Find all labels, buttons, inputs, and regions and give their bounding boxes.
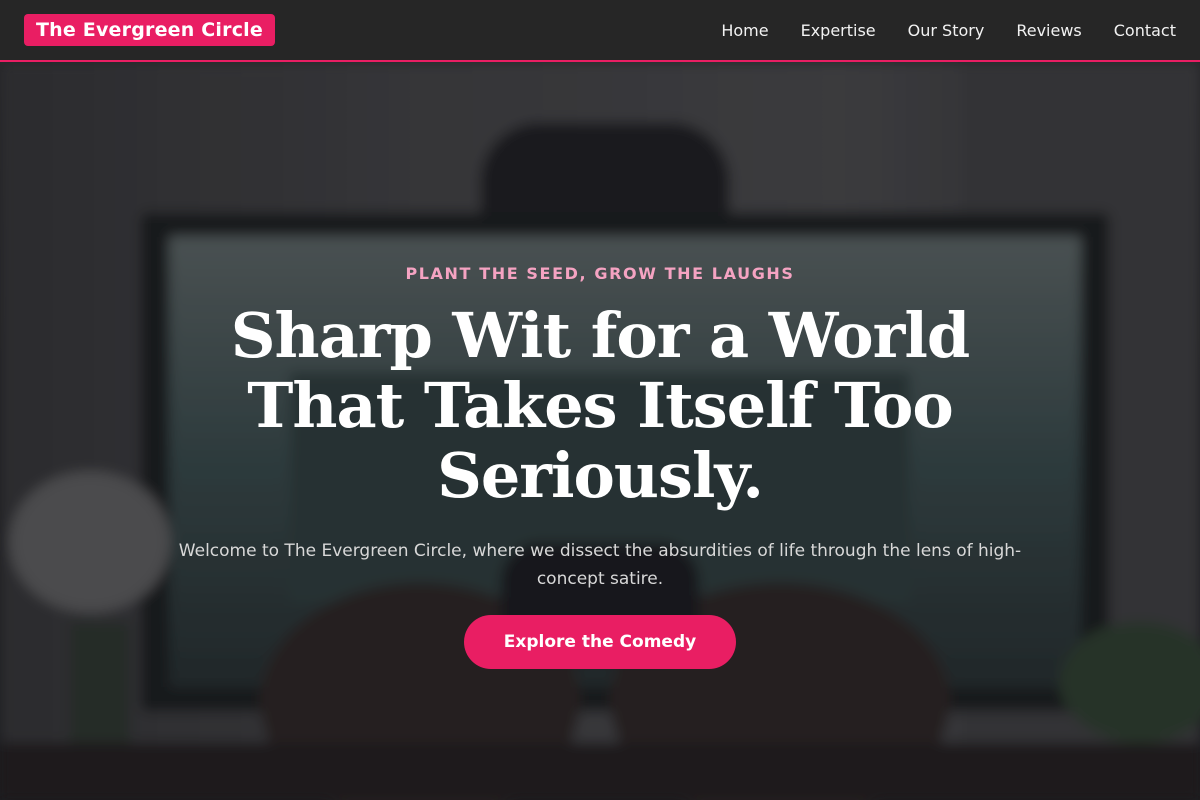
main-nav: Home Expertise Our Story Reviews Contact <box>721 21 1176 40</box>
nav-link-contact[interactable]: Contact <box>1114 21 1176 40</box>
nav-link-home[interactable]: Home <box>721 21 768 40</box>
site-header: The Evergreen Circle Home Expertise Our … <box>0 0 1200 62</box>
hero-eyebrow: PLANT THE SEED, GROW THE LAUGHS <box>405 264 795 283</box>
explore-comedy-button[interactable]: Explore the Comedy <box>463 615 737 669</box>
nav-link-our-story[interactable]: Our Story <box>908 21 985 40</box>
hero-headline: Sharp Wit for a World That Takes Itself … <box>230 299 970 512</box>
nav-link-expertise[interactable]: Expertise <box>801 21 876 40</box>
nav-link-reviews[interactable]: Reviews <box>1016 21 1081 40</box>
hero-content: PLANT THE SEED, GROW THE LAUGHS Sharp Wi… <box>0 62 1200 800</box>
site-logo[interactable]: The Evergreen Circle <box>24 14 275 46</box>
hero-lead-text: Welcome to The Evergreen Circle, where w… <box>178 541 1022 589</box>
hero-section: PLANT THE SEED, GROW THE LAUGHS Sharp Wi… <box>0 62 1200 800</box>
